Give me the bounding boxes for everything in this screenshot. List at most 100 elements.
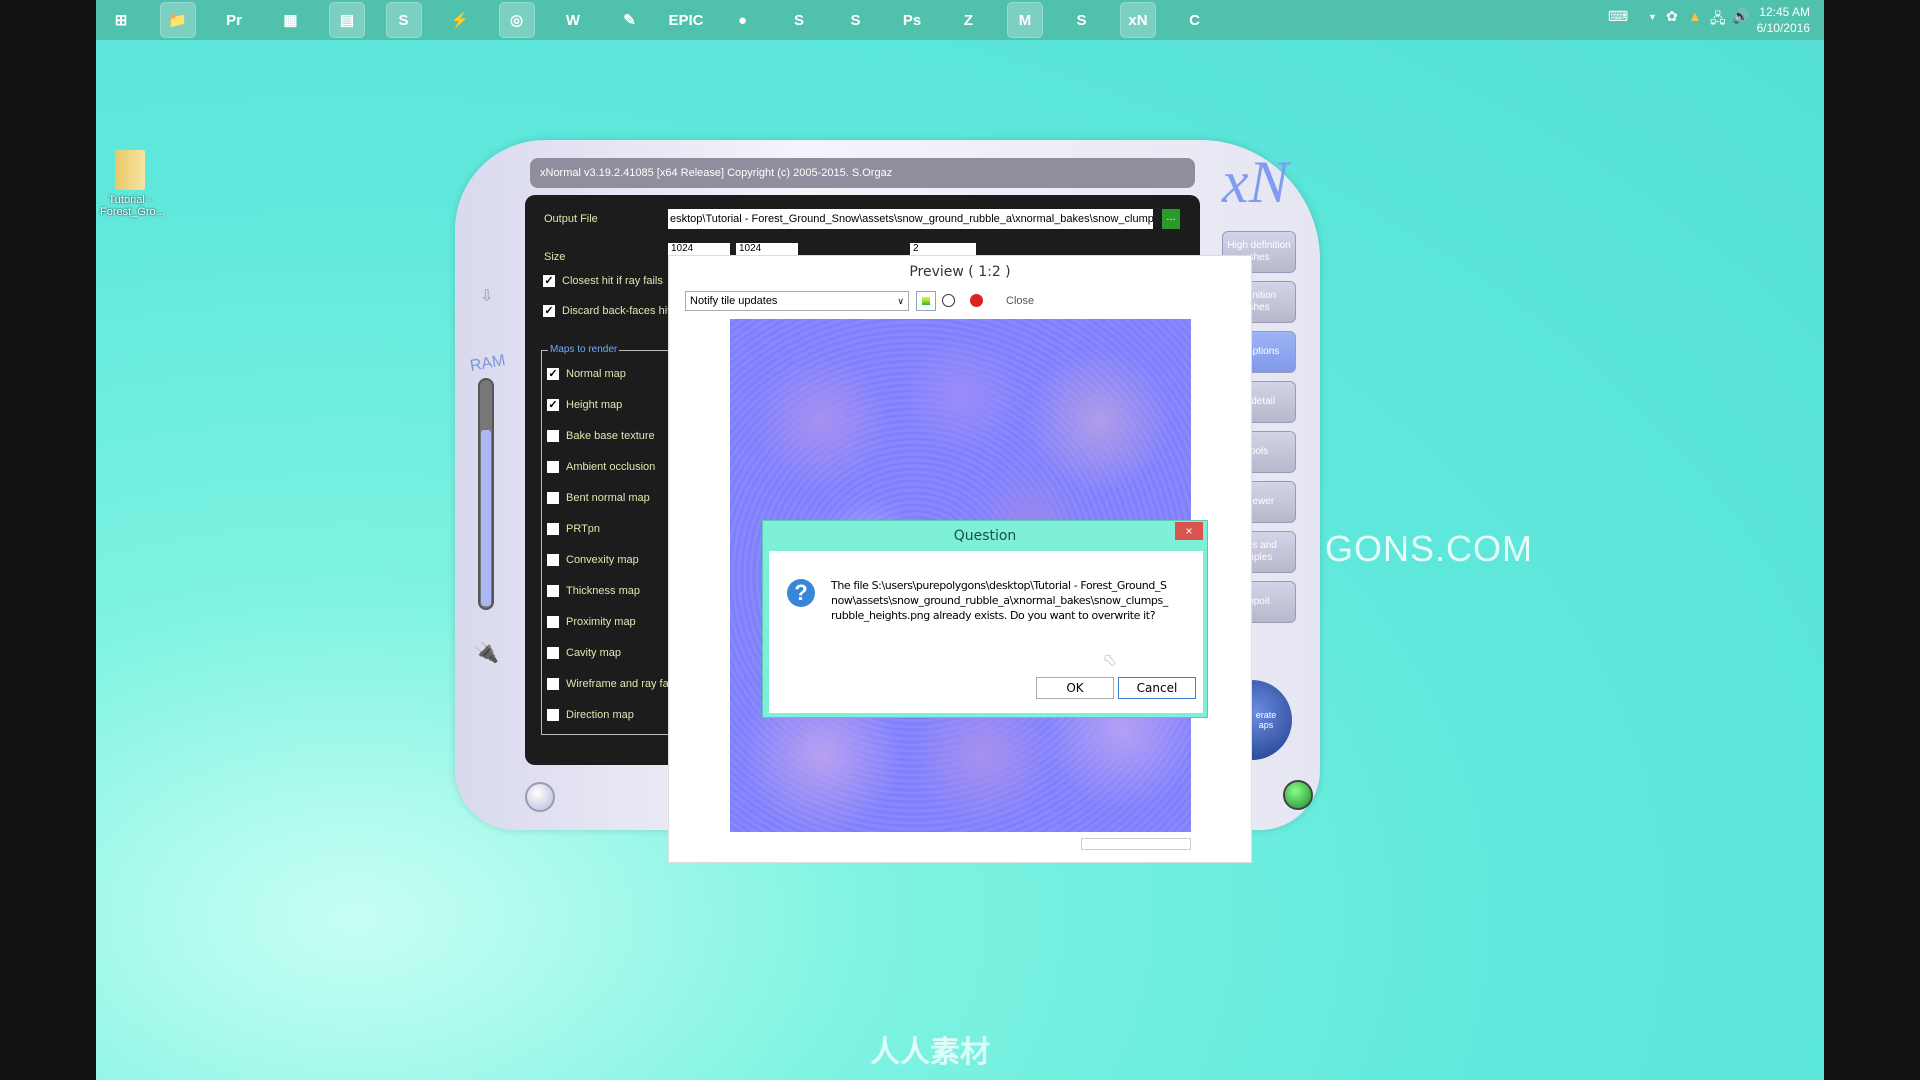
checkbox[interactable]: ✓ bbox=[543, 275, 555, 287]
checkbox[interactable] bbox=[547, 709, 559, 721]
color-channels-icon[interactable] bbox=[916, 291, 936, 311]
question-icon: ? bbox=[787, 579, 815, 607]
clock[interactable]: 12:45 AM 6/10/2016 bbox=[1757, 4, 1810, 36]
checkbox[interactable] bbox=[547, 678, 559, 690]
checkbox[interactable]: ✓ bbox=[547, 399, 559, 411]
taskbar-app-s-icon[interactable]: S bbox=[1065, 3, 1099, 37]
browse-button[interactable]: ... bbox=[1162, 209, 1180, 229]
taskbar-maya-icon[interactable]: M bbox=[1007, 2, 1043, 38]
google-drive-icon[interactable]: ▲ bbox=[1688, 8, 1702, 24]
dialog-title: Question bbox=[953, 528, 1017, 544]
dialog-body: ? The file S:\users\purepolygons\desktop… bbox=[769, 551, 1203, 713]
maps-group-label: Maps to render bbox=[548, 344, 620, 355]
map-checkbox[interactable]: Convexity map bbox=[547, 554, 639, 566]
taskbar-steam-like-icon[interactable]: ▤ bbox=[329, 2, 365, 38]
taskbar-premiere-pro-icon[interactable]: Pr bbox=[217, 3, 251, 37]
taskbar-app-2-icon[interactable]: ● bbox=[726, 3, 760, 37]
question-dialog: Question × ? The file S:\users\purepolyg… bbox=[762, 520, 1208, 718]
map-checkbox[interactable]: Proximity map bbox=[547, 616, 636, 628]
option-label: Closest hit if ray fails bbox=[562, 275, 663, 287]
map-label: Bake base texture bbox=[566, 430, 655, 442]
map-label: Bent normal map bbox=[566, 492, 650, 504]
checkbox[interactable]: ✓ bbox=[547, 368, 559, 380]
size-label: Size bbox=[544, 251, 566, 263]
ram-meter-fill bbox=[481, 429, 491, 606]
checkbox[interactable] bbox=[547, 492, 559, 504]
close-icon[interactable]: × bbox=[1175, 522, 1203, 540]
preview-progress-bar bbox=[1081, 838, 1191, 850]
taskbar-app-c-icon[interactable]: C bbox=[1178, 3, 1212, 37]
notify-dropdown-value: Notify tile updates bbox=[690, 295, 778, 307]
checkbox[interactable] bbox=[547, 523, 559, 535]
taskbar-file-explorer-icon[interactable]: 📁 bbox=[159, 2, 196, 38]
checkbox[interactable] bbox=[547, 430, 559, 442]
map-label: Direction map bbox=[566, 709, 634, 721]
map-checkbox[interactable]: Bake base texture bbox=[547, 430, 655, 442]
map-checkbox[interactable]: Cavity map bbox=[547, 647, 621, 659]
clock-time: 12:45 AM bbox=[1759, 5, 1810, 19]
network-icon[interactable]: 🖧 bbox=[1710, 8, 1726, 32]
map-checkbox[interactable]: Thickness map bbox=[547, 585, 640, 597]
taskbar-epic-games-icon[interactable]: EPIC bbox=[669, 3, 704, 37]
stop-icon[interactable] bbox=[970, 294, 983, 307]
checkbox[interactable] bbox=[547, 585, 559, 597]
folder-icon bbox=[115, 150, 145, 190]
desktop-folder-icon[interactable]: Tutorial - Forest_Gro... bbox=[100, 150, 165, 218]
option-checkbox[interactable]: ✓ Closest hit if ray fails bbox=[543, 275, 663, 287]
collapse-arrow-icon[interactable]: ⇩ bbox=[480, 286, 493, 306]
taskbar-chrome-icon[interactable]: ◎ bbox=[498, 2, 535, 38]
map-checkbox[interactable]: PRTpn bbox=[547, 523, 600, 535]
checkbox[interactable] bbox=[547, 461, 559, 473]
taskbar-xnormal-icon[interactable]: xN bbox=[1120, 2, 1156, 38]
taskbar-paint-tool-icon[interactable]: ✎ bbox=[613, 3, 647, 37]
circle-icon[interactable] bbox=[942, 294, 955, 307]
map-label: Cavity map bbox=[566, 647, 622, 659]
ok-button[interactable]: OK bbox=[1036, 677, 1114, 699]
output-file-input[interactable]: esktop\Tutorial - Forest_Ground_Snow\ass… bbox=[668, 209, 1153, 229]
plug-icon: 🔌 bbox=[474, 642, 499, 664]
green-orb-button[interactable] bbox=[1283, 780, 1313, 810]
tray-expand-icon[interactable]: ▼ bbox=[1648, 12, 1657, 22]
map-checkbox[interactable]: ✓ Normal map bbox=[547, 368, 626, 380]
taskbar-substance-designer-icon[interactable]: S bbox=[782, 3, 816, 37]
checkbox[interactable] bbox=[547, 554, 559, 566]
mouse-cursor-icon: ⬉ bbox=[1103, 652, 1117, 669]
volume-icon[interactable]: 🔊 bbox=[1732, 8, 1749, 25]
chevron-down-icon: ∨ bbox=[897, 296, 904, 306]
checkbox[interactable] bbox=[547, 616, 559, 628]
xnormal-logo: xN bbox=[1222, 149, 1289, 215]
map-label: Thickness map bbox=[566, 585, 640, 597]
map-label: Normal map bbox=[566, 368, 626, 380]
taskbar-substance-painter-icon[interactable]: S bbox=[839, 3, 873, 37]
dialog-message: The file S:\users\purepolygons\desktop\T… bbox=[831, 579, 1168, 622]
taskbar-download-manager-icon[interactable]: ⚡ bbox=[443, 3, 477, 37]
map-checkbox[interactable]: Direction map bbox=[547, 709, 634, 721]
taskbar-calculator-icon[interactable]: ▦ bbox=[274, 3, 308, 37]
map-checkbox[interactable]: ✓ Height map bbox=[547, 399, 622, 411]
watermark-text: GONS.COM bbox=[1325, 528, 1534, 569]
checkbox[interactable]: ✓ bbox=[543, 305, 555, 317]
clock-date: 6/10/2016 bbox=[1756, 21, 1810, 35]
checkbox[interactable] bbox=[547, 647, 559, 659]
taskbar-photoshop-icon[interactable]: Ps bbox=[895, 3, 929, 37]
left-orb-button[interactable] bbox=[525, 782, 555, 812]
map-checkbox[interactable]: Bent normal map bbox=[547, 492, 650, 504]
taskbar-skype-icon[interactable]: S bbox=[385, 2, 422, 38]
cancel-button[interactable]: Cancel bbox=[1118, 677, 1196, 699]
map-checkbox[interactable]: Wireframe and ray fails bbox=[547, 678, 679, 690]
keyboard-icon[interactable]: ⌨ bbox=[1608, 8, 1628, 25]
taskbar-word-icon[interactable]: W bbox=[556, 3, 590, 37]
option-checkbox[interactable]: ✓ Discard back-faces hits bbox=[543, 305, 676, 317]
map-checkbox[interactable]: Ambient occlusion bbox=[547, 461, 655, 473]
notify-dropdown[interactable]: Notify tile updates ∨ bbox=[685, 291, 909, 311]
taskbar-windows-start-icon[interactable]: ⊞ bbox=[104, 3, 138, 37]
option-label: Discard back-faces hits bbox=[562, 305, 676, 317]
close-preview-button[interactable]: Close bbox=[1006, 295, 1034, 307]
taskbar-zbrush-icon[interactable]: Z bbox=[952, 3, 986, 37]
map-label: Wireframe and ray fails bbox=[566, 678, 680, 690]
map-label: Convexity map bbox=[566, 554, 639, 566]
output-file-label: Output File bbox=[544, 213, 598, 225]
window-title[interactable]: xNormal v3.19.2.41085 [x64 Release] Copy… bbox=[530, 158, 1195, 188]
bottom-watermark: 人人素材 bbox=[870, 1036, 990, 1069]
sync-icon[interactable]: ✿ bbox=[1666, 8, 1678, 25]
